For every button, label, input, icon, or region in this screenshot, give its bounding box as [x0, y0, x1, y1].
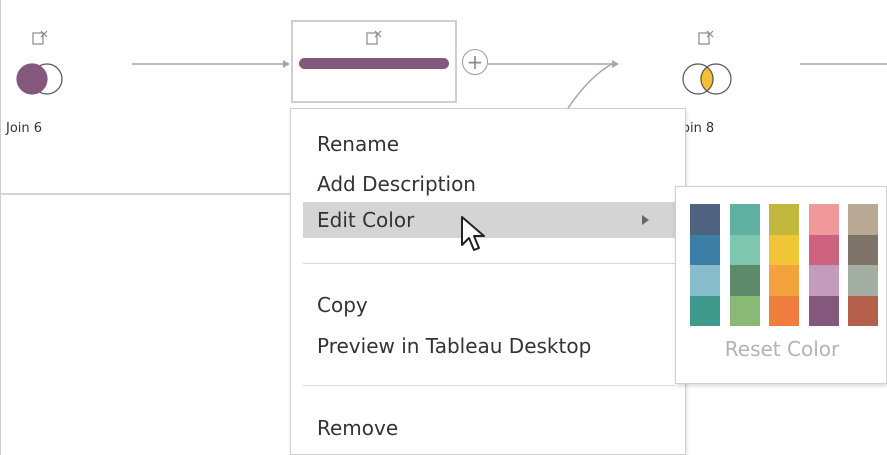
- color-swatch[interactable]: [809, 234, 839, 265]
- color-swatch[interactable]: [809, 265, 839, 296]
- connector-arrow-icon: [283, 60, 290, 68]
- color-swatch[interactable]: [809, 204, 839, 235]
- color-swatch[interactable]: [730, 295, 760, 326]
- menu-item-label: Edit Color: [317, 208, 415, 232]
- color-swatch[interactable]: [730, 265, 760, 296]
- color-swatch[interactable]: [769, 234, 799, 265]
- join6-icon[interactable]: [10, 60, 70, 102]
- step-color-bar: [299, 58, 449, 69]
- menu-item-label: Add Description: [317, 172, 476, 196]
- menu-item-label: Preview in Tableau Desktop: [317, 334, 592, 358]
- color-swatch[interactable]: [730, 204, 760, 235]
- color-swatch[interactable]: [809, 295, 839, 326]
- menu-item-add-description[interactable]: Add Description: [303, 166, 687, 202]
- swatch-column: [809, 204, 839, 326]
- swatch-column: [690, 204, 720, 326]
- color-swatch[interactable]: [769, 265, 799, 296]
- color-swatch[interactable]: [769, 295, 799, 326]
- menu-item-label: Copy: [317, 293, 368, 317]
- color-swatch[interactable]: [848, 295, 878, 326]
- menu-separator: [303, 385, 675, 386]
- context-menu: Rename Add Description Edit Color Copy P…: [290, 108, 686, 455]
- menu-item-edit-color[interactable]: Edit Color: [303, 202, 675, 238]
- color-swatch[interactable]: [769, 204, 799, 235]
- color-swatch[interactable]: [848, 234, 878, 265]
- menu-item-label: Rename: [317, 132, 400, 156]
- swatch-column: [848, 204, 878, 326]
- submenu-arrow-icon: [642, 215, 649, 225]
- reset-color-button[interactable]: Reset Color: [676, 337, 887, 361]
- color-swatch[interactable]: [690, 265, 720, 296]
- add-step-button[interactable]: +: [462, 49, 488, 75]
- connector-arrow-icon: [612, 60, 619, 68]
- color-swatch[interactable]: [848, 265, 878, 296]
- note-icon[interactable]: [32, 30, 48, 49]
- join8-icon[interactable]: [676, 60, 736, 102]
- note-icon[interactable]: [698, 30, 714, 49]
- swatch-column: [730, 204, 760, 326]
- color-palette: Reset Color: [675, 186, 887, 384]
- menu-item-label: Remove: [317, 416, 399, 440]
- menu-item-copy[interactable]: Copy: [303, 287, 687, 323]
- note-icon[interactable]: [366, 30, 382, 49]
- menu-item-preview-in-tableau-desktop[interactable]: Preview in Tableau Desktop: [303, 328, 687, 364]
- connector-curve: [567, 63, 613, 109]
- color-swatch[interactable]: [730, 234, 760, 265]
- color-swatch[interactable]: [690, 204, 720, 235]
- swatch-column: [769, 204, 799, 326]
- color-swatch[interactable]: [690, 234, 720, 265]
- menu-item-remove[interactable]: Remove: [303, 410, 687, 446]
- color-swatch[interactable]: [690, 295, 720, 326]
- color-swatch[interactable]: [848, 204, 878, 235]
- mouse-pointer-icon: [460, 215, 488, 261]
- menu-separator: [303, 263, 675, 264]
- join6-label[interactable]: Join 6: [6, 121, 42, 136]
- menu-item-rename[interactable]: Rename: [303, 126, 687, 162]
